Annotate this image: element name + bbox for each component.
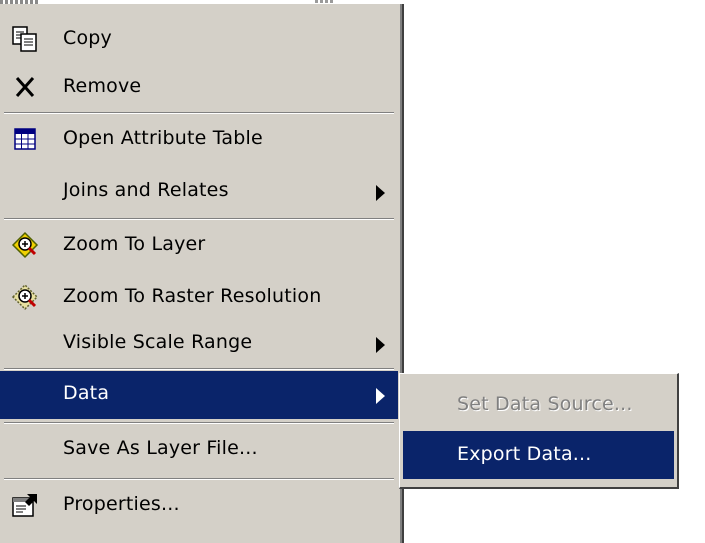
- menu-separator: [4, 368, 394, 370]
- submenu-item-set-data-source: Set Data Source...: [403, 381, 674, 429]
- menu-separator: [4, 422, 394, 424]
- menu-item-label: Open Attribute Table: [63, 127, 263, 149]
- menu-item-label: Joins and Relates: [63, 179, 229, 201]
- menu-item-properties[interactable]: Properties...: [0, 482, 398, 530]
- menu-item-label: Zoom To Raster Resolution: [63, 285, 322, 307]
- menu-separator: [4, 112, 394, 114]
- submenu-arrow-icon: [376, 337, 385, 353]
- zoom-to-raster-icon: [10, 282, 40, 312]
- menu-item-visible-scale-range[interactable]: Visible Scale Range: [0, 320, 398, 368]
- zoom-to-layer-icon: [10, 230, 40, 260]
- menu-item-data[interactable]: Data: [0, 371, 398, 419]
- copy-icon: [10, 24, 40, 54]
- submenu-item-label: Export Data...: [457, 443, 592, 465]
- submenu-arrow-icon: [376, 185, 385, 201]
- data-submenu: Set Data Source... Export Data...: [399, 373, 679, 489]
- menu-item-remove[interactable]: Remove: [0, 64, 398, 112]
- menu-separator: [4, 218, 394, 220]
- menu-item-label: Visible Scale Range: [63, 331, 253, 353]
- submenu-item-export-data[interactable]: Export Data...: [403, 431, 674, 479]
- menu-item-label: Copy: [63, 27, 112, 49]
- menu-item-label: Remove: [63, 75, 142, 97]
- menu-item-label: Data: [63, 382, 110, 404]
- menu-item-label: Zoom To Layer: [63, 233, 206, 255]
- menu-item-save-as-layer-file[interactable]: Save As Layer File...: [0, 426, 398, 474]
- table-icon: [10, 124, 40, 154]
- screen: Copy Remove Open Attribute Table Joins a…: [0, 0, 705, 543]
- menu-item-label: Save As Layer File...: [63, 437, 258, 459]
- menu-item-copy[interactable]: Copy: [0, 16, 398, 64]
- remove-icon: [10, 72, 40, 102]
- submenu-item-label: Set Data Source...: [457, 393, 633, 415]
- menu-item-open-attribute-table[interactable]: Open Attribute Table: [0, 116, 398, 164]
- background-fragment-2: [315, 0, 335, 3]
- menu-item-joins-and-relates[interactable]: Joins and Relates: [0, 168, 398, 216]
- menu-item-zoom-to-layer[interactable]: Zoom To Layer: [0, 222, 398, 270]
- menu-item-label: Properties...: [63, 493, 180, 515]
- layer-context-menu: Copy Remove Open Attribute Table Joins a…: [0, 4, 404, 543]
- submenu-arrow-icon: [376, 388, 385, 404]
- menu-item-zoom-to-raster-resolution[interactable]: Zoom To Raster Resolution: [0, 274, 398, 322]
- properties-icon: [10, 490, 40, 520]
- menu-separator: [4, 478, 394, 480]
